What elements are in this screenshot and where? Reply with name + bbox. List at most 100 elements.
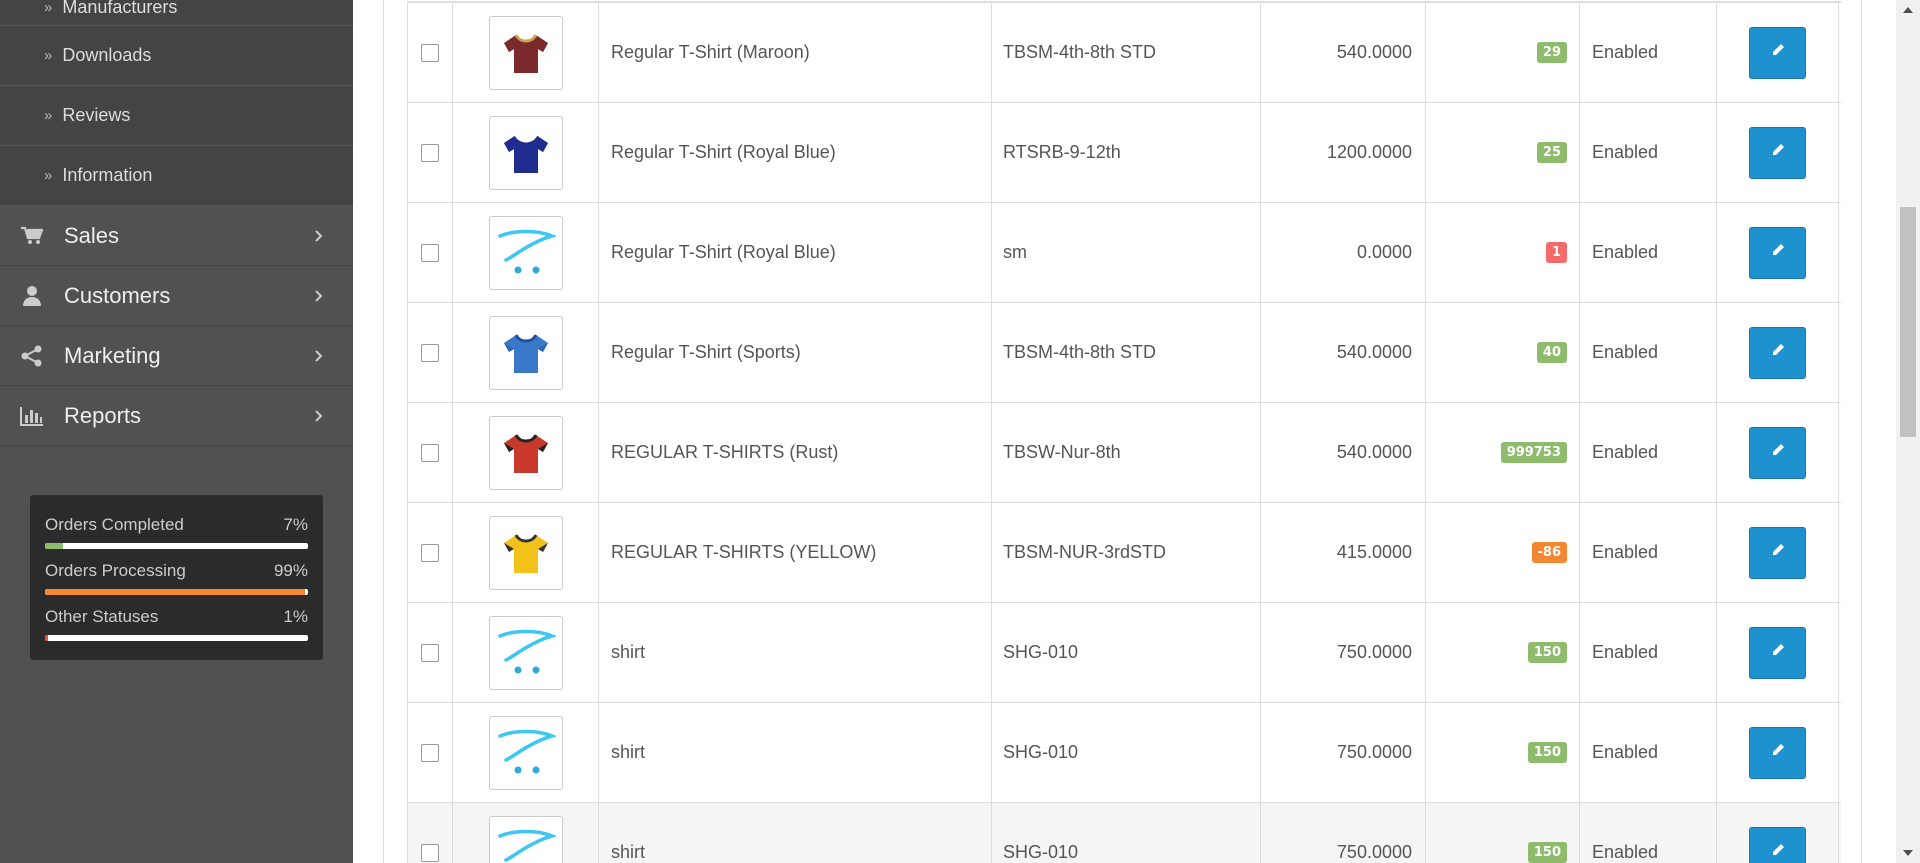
product-price: 415.0000 [1260,503,1425,602]
action-cell [1716,303,1839,402]
scroll-up-arrow-icon[interactable] [1896,0,1920,20]
sidebar-item-customers[interactable]: Customers [0,266,353,326]
user-icon [20,284,44,308]
action-cell [1716,503,1839,602]
chevron-right-icon [309,284,329,308]
row-checkbox[interactable] [421,243,439,262]
action-cell [1716,103,1839,202]
product-status: Enabled [1579,103,1716,202]
sidebar-item-reviews[interactable]: » Reviews [0,86,353,146]
product-price: 540.0000 [1260,403,1425,502]
scrollbar-thumb[interactable] [1900,207,1916,437]
product-thumbnail [488,15,563,90]
edit-button[interactable] [1749,726,1806,779]
action-cell [1716,403,1839,502]
edit-button[interactable] [1749,326,1806,379]
share-icon [20,344,44,368]
sidebar-item-label: Marketing [64,342,161,368]
action-cell [1716,603,1839,702]
quantity-badge: 29 [1536,42,1567,63]
product-status: Enabled [1579,403,1716,502]
select-cell [407,803,452,863]
quantity-cell: 25 [1425,103,1579,202]
select-cell [407,503,452,602]
row-checkbox[interactable] [421,643,439,662]
product-status: Enabled [1579,803,1716,863]
product-name: REGULAR T-SHIRTS (YELLOW) [598,503,991,602]
bar-chart-icon [20,404,44,428]
table-row: Regular T-Shirt (Royal Blue) sm 0.0000 1 Ena… [407,203,1841,303]
progress-fill [45,543,64,549]
pencil-icon [1770,342,1786,363]
pencil-icon [1770,742,1786,763]
sidebar-item-label: Reports [64,402,142,428]
quantity-badge: 150 [1527,842,1567,863]
table-row: shirt SHG-010 750.0000 150 Enabled [407,703,1841,803]
scroll-down-arrow-icon[interactable] [1896,843,1920,863]
action-cell [1716,3,1839,102]
row-checkbox[interactable] [421,743,439,762]
scrollbar[interactable] [1896,0,1920,863]
image-cell [452,403,598,502]
quantity-badge: 999753 [1500,442,1567,463]
row-checkbox[interactable] [421,143,439,162]
product-name: Regular T-Shirt (Sports) [598,303,991,402]
product-name: shirt [598,803,991,863]
pencil-icon [1770,142,1786,163]
edit-button[interactable] [1749,26,1806,79]
quantity-badge: 25 [1536,142,1567,163]
stat-value: 99% [273,561,308,580]
row-checkbox[interactable] [421,843,439,862]
product-model: TBSM-NUR-3rdSTD [991,503,1260,602]
quantity-cell: 999753 [1425,403,1579,502]
action-cell [1716,703,1839,802]
product-table: Regular T-Shirt (Maroon) TBSM-4th-8th STD… [407,1,1841,863]
progress-bar [45,635,308,641]
product-price: 540.0000 [1260,303,1425,402]
product-thumbnail [488,115,563,190]
sidebar-item-manufacturers[interactable]: » Manufacturers [0,0,353,26]
row-checkbox[interactable] [421,543,439,562]
select-cell [407,403,452,502]
sidebar-item-label: Information [62,165,153,185]
sidebar-item-information[interactable]: » Information [0,146,353,206]
edit-button[interactable] [1749,226,1806,279]
product-status: Enabled [1579,503,1716,602]
product-model: TBSM-4th-8th STD [991,303,1260,402]
double-chevron-right-icon: » [44,107,52,124]
edit-button[interactable] [1749,526,1806,579]
row-checkbox[interactable] [421,343,439,362]
table-row: REGULAR T-SHIRTS (YELLOW) TBSM-NUR-3rdSTD… [407,503,1841,603]
sidebar-item-label: Reviews [62,105,131,125]
stat-other-statuses: Other Statuses 1% [45,607,308,641]
row-checkbox[interactable] [421,43,439,62]
row-checkbox[interactable] [421,443,439,462]
quantity-cell: 150 [1425,703,1579,802]
sidebar-item-sales[interactable]: Sales [0,206,353,266]
product-thumbnail [488,515,563,590]
edit-button[interactable] [1749,126,1806,179]
double-chevron-right-icon: » [44,0,52,16]
sidebar-item-downloads[interactable]: » Downloads [0,26,353,86]
product-price: 1200.0000 [1260,103,1425,202]
product-status: Enabled [1579,603,1716,702]
product-thumbnail [488,215,563,290]
product-name: Regular T-Shirt (Royal Blue) [598,103,991,202]
edit-button[interactable] [1749,426,1806,479]
product-status: Enabled [1579,303,1716,402]
action-cell [1716,203,1839,302]
stat-label: Orders Processing [45,561,186,580]
progress-fill [45,635,48,641]
table-row: REGULAR T-SHIRTS (Rust) TBSW-Nur-8th 540.0… [407,403,1841,503]
edit-button[interactable] [1749,826,1806,863]
order-stats-panel: Orders Completed 7% Orders Processing 99… [30,495,323,660]
edit-button[interactable] [1749,626,1806,679]
product-status: Enabled [1579,203,1716,302]
image-cell [452,103,598,202]
sidebar-item-reports[interactable]: Reports [0,386,353,446]
select-cell [407,203,452,302]
pencil-icon [1770,642,1786,663]
stat-orders-processing: Orders Processing 99% [45,561,308,595]
chevron-right-icon [309,404,329,428]
sidebar-item-marketing[interactable]: Marketing [0,326,353,386]
